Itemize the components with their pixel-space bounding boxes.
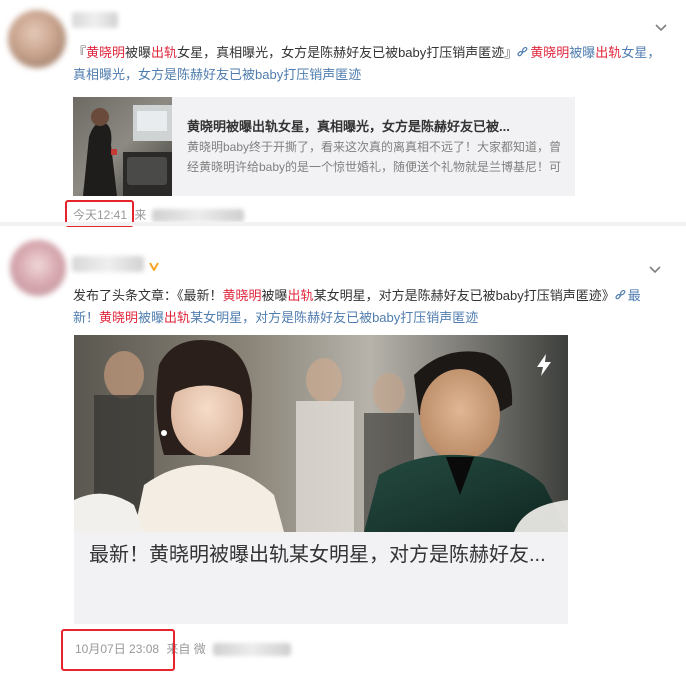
keyword-highlight[interactable]: 黄晓明: [530, 45, 569, 60]
post-text: 『黄晓明被曝出轨女星，真相曝光，女方是陈赫好友已被baby打压销声匿迹』 黄晓明被…: [73, 42, 663, 86]
keyword-highlight[interactable]: 出轨: [595, 45, 621, 60]
article-cover-image: [74, 335, 568, 532]
avatar[interactable]: [10, 240, 66, 296]
chevron-down-icon[interactable]: [649, 266, 661, 274]
source-label: 来自 微: [166, 642, 206, 656]
text-segment: 女星，真相曝光，女方是陈赫好友已被baby打压销声匿迹』: [177, 45, 518, 60]
article-title: 最新！黄晓明被曝出轨某女明星，对方是陈赫好友...: [89, 544, 546, 566]
text-segment[interactable]: 某女明星，对方是陈赫好友已被baby打压销声匿迹: [190, 310, 478, 325]
keyword-highlight[interactable]: 出轨: [151, 45, 177, 60]
keyword-highlight[interactable]: 出轨: [164, 310, 190, 325]
keyword-highlight[interactable]: 出轨: [288, 288, 314, 303]
post-meta: 今天12:41 来: [73, 206, 244, 223]
source-label: 来: [134, 208, 147, 222]
text-segment: 被曝: [261, 288, 288, 303]
keyword-highlight[interactable]: 黄晓明: [223, 288, 262, 303]
headline-article-card[interactable]: 最新！黄晓明被曝出轨某女明星，对方是陈赫好友...: [74, 335, 568, 624]
text-segment[interactable]: 被曝: [569, 45, 595, 60]
text-segment: 某女明星，对方是陈赫好友已被baby打压销声匿迹》: [313, 288, 615, 303]
username-blurred[interactable]: [72, 12, 118, 28]
source-blurred[interactable]: [151, 209, 244, 222]
link-chain-icon: [615, 290, 626, 300]
text-segment: 被曝: [125, 45, 152, 60]
post-timestamp[interactable]: 今天12:41: [73, 208, 127, 222]
card-title: 黄晓明被曝出轨女星，真相曝光，女方是陈赫好友已被...: [187, 119, 510, 134]
card-thumbnail: [73, 97, 172, 196]
keyword-highlight[interactable]: 黄晓明: [86, 45, 125, 60]
vip-badge-icon: [149, 262, 159, 271]
avatar[interactable]: [8, 10, 66, 68]
lightning-icon: [537, 354, 551, 376]
weibo-post-1: 『黄晓明被曝出轨女星，真相曝光，女方是陈赫好友已被baby打压销声匿迹』 黄晓明被…: [0, 0, 686, 227]
card-description: 黄晓明baby终于开撕了，看来这次真的离真相不远了！大家都知道，曾经黄晓明许给b…: [187, 140, 562, 174]
text-segment[interactable]: 被曝: [138, 310, 164, 325]
chevron-down-icon[interactable]: [655, 24, 667, 32]
text-segment: 『: [73, 45, 87, 60]
text-segment: 发布了头条文章：《最新！: [73, 288, 223, 303]
weibo-post-2: 发布了头条文章：《最新！黄晓明被曝出轨某女明星，对方是陈赫好友已被baby打压销…: [0, 226, 686, 675]
link-chain-icon: [517, 47, 528, 57]
article-card[interactable]: 黄晓明被曝出轨女星，真相曝光，女方是陈赫好友已被... 黄晓明baby终于开撕了…: [73, 97, 575, 196]
keyword-highlight[interactable]: 黄晓明: [99, 310, 138, 325]
post-text: 发布了头条文章：《最新！黄晓明被曝出轨某女明星，对方是陈赫好友已被baby打压销…: [73, 285, 643, 329]
post-meta: 10月07日 23:08 来自 微: [75, 640, 292, 657]
post-timestamp[interactable]: 10月07日 23:08: [75, 642, 159, 656]
source-blurred[interactable]: [213, 643, 292, 656]
username-blurred[interactable]: [72, 256, 144, 272]
